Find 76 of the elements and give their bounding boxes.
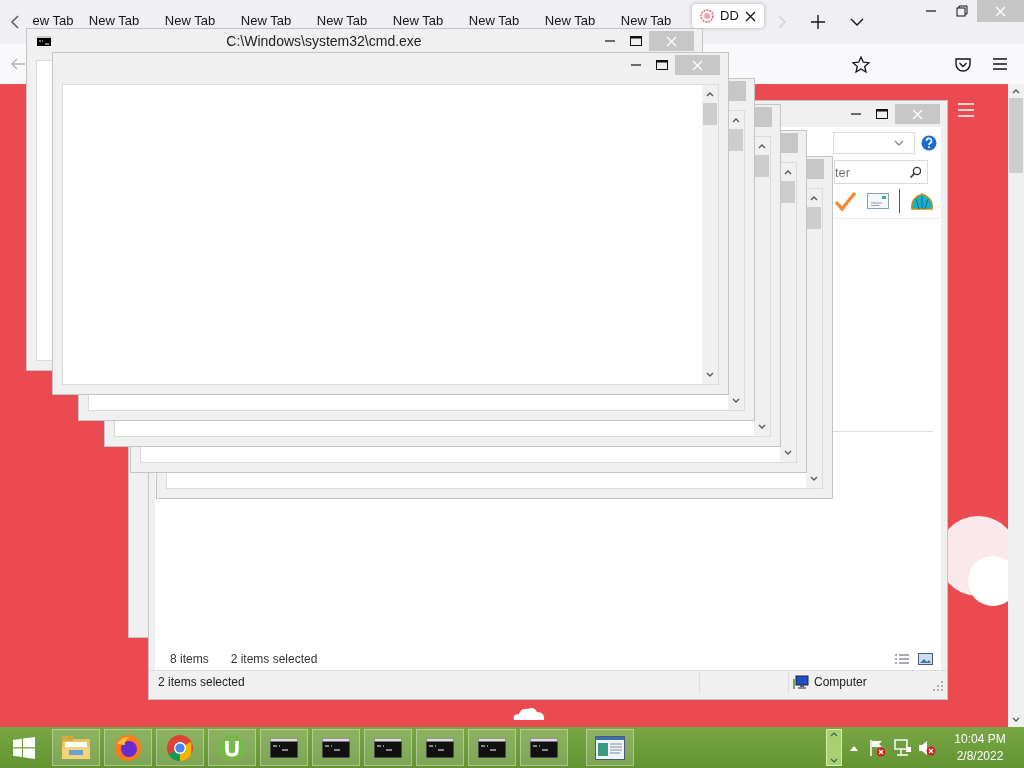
maximize-icon [876, 109, 888, 119]
maximize-icon [656, 60, 668, 70]
scroll-thumb[interactable] [729, 129, 743, 151]
network-icon[interactable] [894, 738, 912, 757]
taskbar-button[interactable] [586, 729, 634, 766]
browser-tab[interactable]: New Tab [608, 14, 684, 28]
resize-grip-icon[interactable] [933, 681, 943, 691]
scroll-down-icon [829, 757, 839, 765]
taskbar-button[interactable] [260, 729, 308, 766]
scrollbar[interactable] [702, 85, 718, 384]
new-tab-icon[interactable] [810, 14, 826, 30]
maximize-icon [630, 36, 642, 46]
menu-icon[interactable] [992, 56, 1008, 72]
terminal-icon [426, 737, 454, 758]
window-title: C:\Windows\system32\cmd.exe [225, 33, 423, 49]
taskbar-button[interactable] [364, 729, 412, 766]
document-window-icon [595, 735, 625, 760]
location-text: Computer [814, 675, 867, 689]
help-icon[interactable] [921, 135, 937, 151]
search-icon [909, 166, 921, 178]
item-count: 8 items [170, 652, 209, 666]
console-icon [37, 36, 51, 46]
taskbar-button[interactable] [312, 729, 360, 766]
status-text: 2 items selected [157, 675, 246, 689]
terminal-icon [530, 737, 558, 758]
browser-tab[interactable]: DD [692, 4, 764, 28]
terminal-icon [478, 737, 506, 758]
taskbar-button[interactable] [468, 729, 516, 766]
folder-icon [61, 734, 91, 761]
close-icon [666, 35, 677, 47]
large-icons-view-icon[interactable] [918, 653, 933, 665]
pocket-icon[interactable] [954, 56, 972, 72]
star-icon[interactable] [852, 55, 870, 73]
scroll-up-icon [829, 730, 839, 738]
search-field[interactable]: ter [834, 160, 928, 184]
scroll-thumb[interactable] [1009, 98, 1023, 173]
taskbar-scroll-control[interactable] [826, 729, 842, 766]
terminal-icon [322, 737, 350, 758]
show-hidden-icons-icon[interactable] [850, 744, 858, 751]
flag-icon[interactable] [868, 738, 886, 757]
browser-tab[interactable]: New Tab [228, 14, 304, 28]
taskbar-button[interactable] [416, 729, 464, 766]
scroll-thumb[interactable] [807, 207, 821, 229]
terminal-icon [374, 737, 402, 758]
browser-tab[interactable]: New Tab [532, 14, 608, 28]
close-icon [912, 108, 923, 120]
windows-logo-icon [13, 736, 35, 759]
taskbar-button[interactable] [520, 729, 568, 766]
close-icon[interactable] [745, 10, 756, 22]
checkmark-icon[interactable] [835, 191, 857, 211]
browser-icon [114, 733, 142, 762]
card-icon[interactable] [867, 193, 889, 209]
browser-icon [166, 733, 194, 762]
browser-tab[interactable]: ew Tab [30, 14, 76, 28]
scroll-thumb[interactable] [755, 155, 769, 177]
close-icon [995, 5, 1006, 17]
computer-icon [793, 675, 809, 689]
back-icon[interactable] [8, 14, 22, 30]
terminal-icon [270, 737, 298, 758]
scrollbar[interactable] [1008, 84, 1024, 727]
muted-speaker-icon[interactable] [918, 738, 936, 757]
app-icon [218, 733, 246, 762]
chevron-down-icon[interactable] [894, 140, 904, 146]
cloud-icon [512, 706, 546, 720]
favicon-icon [700, 9, 714, 23]
scroll-thumb[interactable] [703, 103, 717, 125]
browser-tab[interactable]: New Tab [380, 14, 456, 28]
close-icon [692, 59, 703, 71]
browser-tab[interactable]: New Tab [456, 14, 532, 28]
browser-tab[interactable]: New Tab [304, 14, 380, 28]
selection-count: 2 items selected [230, 652, 318, 666]
shell-icon[interactable] [910, 191, 934, 211]
restore-icon [955, 5, 968, 17]
browser-tab[interactable]: New Tab [152, 14, 228, 28]
scroll-thumb[interactable] [781, 181, 795, 203]
browser-tab[interactable]: New Tab [76, 14, 152, 28]
